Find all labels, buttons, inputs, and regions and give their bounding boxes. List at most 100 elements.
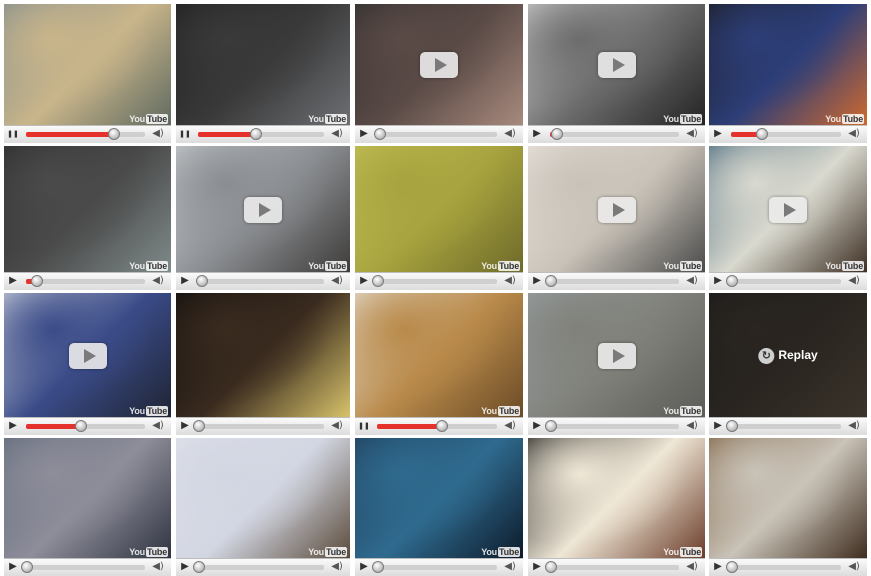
pause-icon[interactable]: ❚❚ [357, 419, 371, 433]
seek-handle[interactable] [249, 128, 262, 140]
video-player[interactable]: You Tube ❚❚ ◀) [4, 4, 171, 143]
big-play-icon[interactable] [244, 196, 282, 223]
volume-icon[interactable]: ◀) [500, 419, 520, 433]
seek-handle[interactable] [195, 275, 208, 287]
video-frame[interactable]: You Tube [4, 293, 171, 418]
volume-icon[interactable]: ◀) [148, 419, 168, 433]
replay-button[interactable]: ↻ Replay [758, 347, 818, 364]
progress-bar[interactable] [26, 275, 145, 287]
seek-handle[interactable] [372, 561, 384, 573]
big-play-icon[interactable] [597, 342, 636, 369]
progress-bar[interactable] [545, 420, 679, 432]
progress-bar[interactable] [372, 561, 497, 573]
seek-handle[interactable] [107, 128, 120, 140]
video-frame[interactable]: ↻ Replay [709, 293, 867, 418]
progress-bar[interactable] [550, 128, 679, 140]
youtube-logo[interactable]: You Tube [663, 406, 702, 416]
progress-bar[interactable] [545, 561, 679, 573]
video-player[interactable]: You Tube ▶ ◀) [4, 293, 171, 435]
big-play-icon[interactable] [420, 52, 458, 78]
volume-icon[interactable]: ◀) [148, 127, 168, 141]
video-player[interactable]: You Tube ▶ ◀) [528, 293, 705, 435]
volume-icon[interactable]: ◀) [327, 419, 347, 433]
seek-handle[interactable] [435, 420, 448, 432]
youtube-logo[interactable]: You Tube [481, 261, 520, 271]
progress-bar[interactable] [545, 275, 679, 287]
seek-handle[interactable] [726, 275, 738, 287]
youtube-logo[interactable]: You Tube [308, 114, 347, 124]
progress-bar[interactable] [26, 128, 145, 140]
video-frame[interactable]: You Tube [528, 438, 705, 559]
play-icon[interactable]: ▶ [178, 419, 192, 433]
youtube-logo[interactable]: You Tube [663, 261, 702, 271]
youtube-logo[interactable]: You Tube [129, 406, 168, 416]
play-icon[interactable]: ▶ [357, 560, 371, 574]
progress-bar[interactable] [372, 275, 497, 287]
seek-handle[interactable] [193, 420, 205, 432]
volume-icon[interactable]: ◀) [327, 127, 347, 141]
video-frame[interactable]: You Tube [4, 438, 171, 559]
volume-icon[interactable]: ◀) [500, 560, 520, 574]
play-icon[interactable]: ▶ [530, 560, 544, 574]
pause-icon[interactable]: ❚❚ [178, 127, 192, 141]
video-frame[interactable]: You Tube [709, 146, 867, 273]
big-play-icon[interactable] [597, 196, 636, 223]
video-frame[interactable]: You Tube [355, 293, 523, 418]
seek-handle[interactable] [755, 128, 768, 140]
video-player[interactable]: You Tube ▶ ◀) [4, 146, 171, 290]
volume-icon[interactable]: ◀) [844, 274, 864, 288]
video-player[interactable]: ↻ Replay ▶ ◀) [709, 293, 867, 435]
video-player[interactable]: You Tube ❚❚ ◀) [355, 293, 523, 435]
volume-icon[interactable]: ◀) [682, 419, 702, 433]
video-frame[interactable]: You Tube [176, 146, 350, 273]
video-frame[interactable]: You Tube [355, 146, 523, 273]
progress-bar[interactable] [726, 561, 841, 573]
seek-handle[interactable] [21, 561, 33, 573]
seek-handle[interactable] [30, 275, 43, 287]
video-frame[interactable]: You Tube [528, 146, 705, 273]
video-player[interactable]: You Tube ▶ ◀) [355, 438, 523, 576]
video-player[interactable]: You Tube ▶ ◀) [528, 4, 705, 143]
seek-handle[interactable] [726, 420, 738, 432]
video-player[interactable]: You Tube ▶ ◀) [709, 4, 867, 143]
video-frame[interactable] [355, 4, 523, 126]
video-player[interactable]: You Tube ❚❚ ◀) [176, 4, 350, 143]
play-icon[interactable]: ▶ [530, 274, 544, 288]
volume-icon[interactable]: ◀) [327, 274, 347, 288]
play-icon[interactable]: ▶ [711, 274, 725, 288]
volume-icon[interactable]: ◀) [500, 127, 520, 141]
progress-bar[interactable] [731, 128, 841, 140]
progress-bar[interactable] [26, 420, 145, 432]
youtube-logo[interactable]: You Tube [663, 114, 702, 124]
video-frame[interactable]: You Tube [176, 438, 350, 559]
volume-icon[interactable]: ◀) [148, 274, 168, 288]
youtube-logo[interactable]: You Tube [129, 114, 168, 124]
play-icon[interactable]: ▶ [530, 127, 544, 141]
seek-handle[interactable] [726, 561, 738, 573]
progress-bar[interactable] [726, 420, 841, 432]
video-frame[interactable]: You Tube [4, 146, 171, 273]
progress-bar[interactable] [193, 561, 324, 573]
youtube-logo[interactable]: You Tube [308, 261, 347, 271]
seek-handle[interactable] [374, 128, 387, 140]
pause-icon[interactable]: ❚❚ [6, 127, 20, 141]
big-play-icon[interactable] [597, 52, 636, 78]
volume-icon[interactable]: ◀) [327, 560, 347, 574]
seek-handle[interactable] [74, 420, 87, 432]
play-icon[interactable]: ▶ [178, 274, 192, 288]
video-frame[interactable] [176, 293, 350, 418]
youtube-logo[interactable]: You Tube [308, 547, 347, 557]
volume-icon[interactable]: ◀) [844, 419, 864, 433]
play-icon[interactable]: ▶ [711, 127, 725, 141]
volume-icon[interactable]: ◀) [500, 274, 520, 288]
video-player[interactable]: You Tube ▶ ◀) [4, 438, 171, 576]
youtube-logo[interactable]: You Tube [481, 406, 520, 416]
seek-handle[interactable] [372, 275, 384, 287]
progress-bar[interactable] [21, 561, 145, 573]
video-player[interactable]: You Tube ▶ ◀) [528, 146, 705, 290]
progress-bar[interactable] [198, 128, 324, 140]
big-play-icon[interactable] [68, 342, 107, 369]
big-play-icon[interactable] [769, 196, 807, 223]
video-frame[interactable]: You Tube [528, 293, 705, 418]
progress-bar[interactable] [377, 420, 497, 432]
